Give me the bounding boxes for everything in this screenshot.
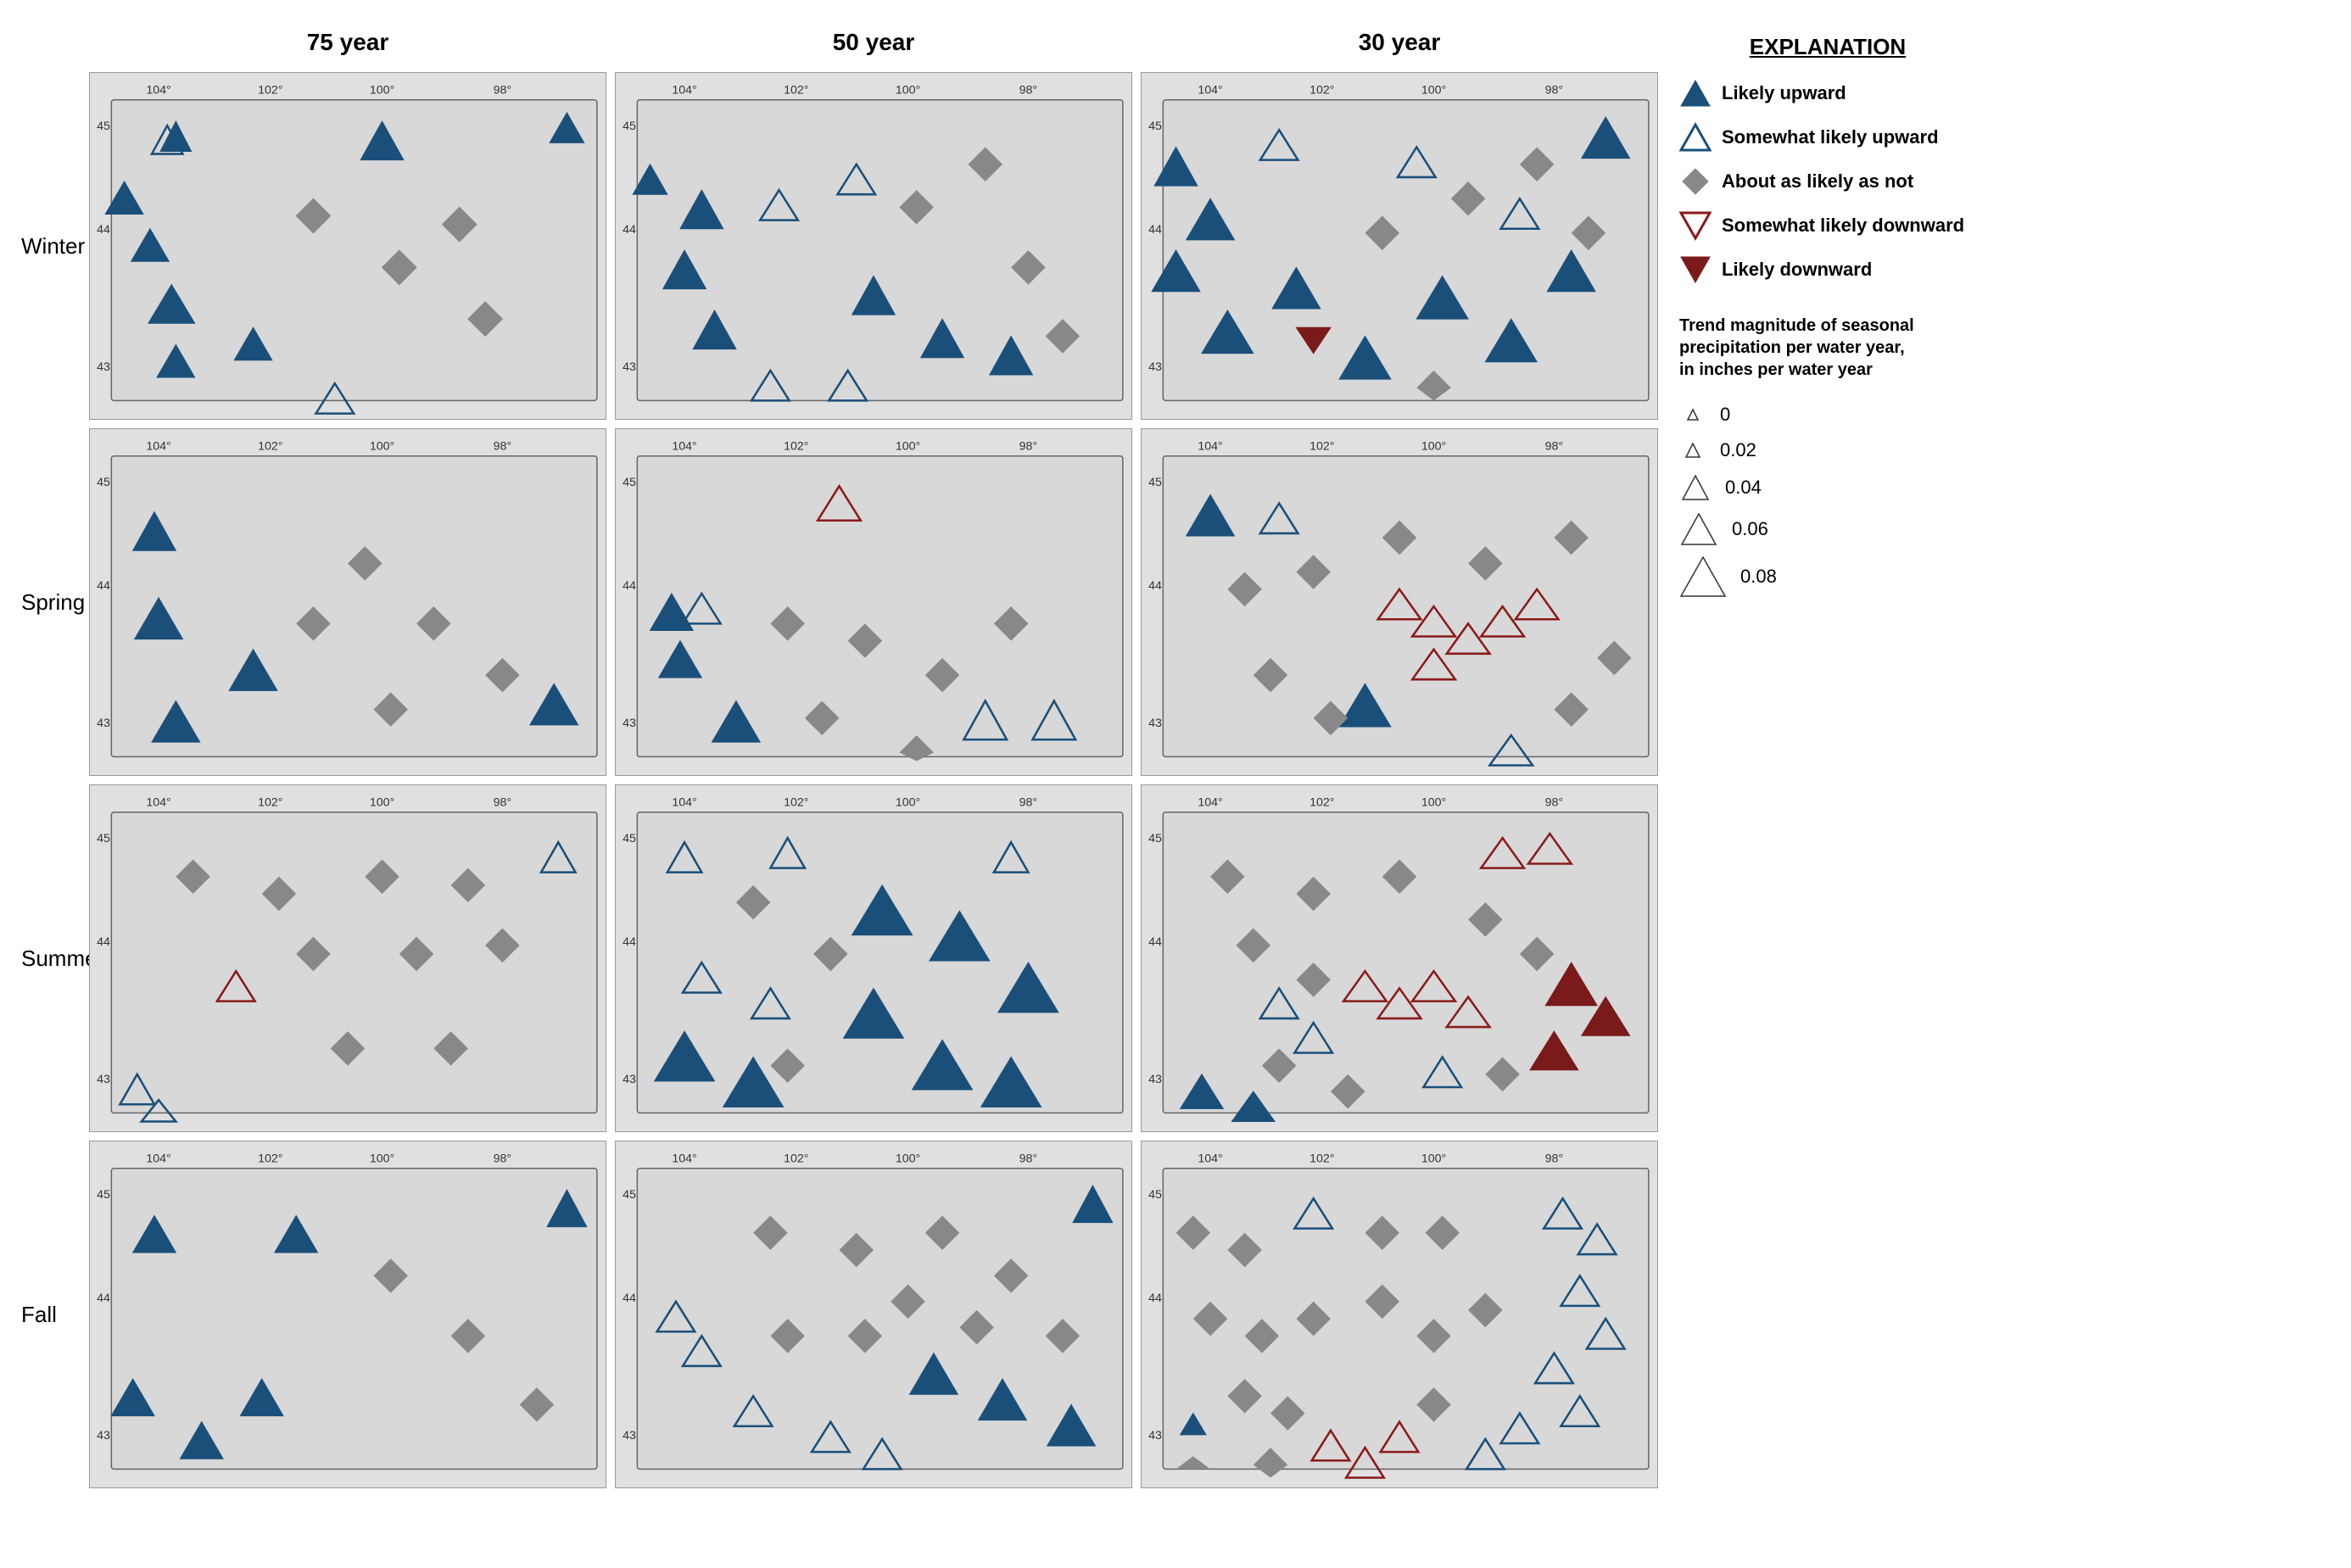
map-fall-50: 104° 102° 100° 98° 45° 44° 43° <box>611 1136 1136 1493</box>
svg-text:102°: 102° <box>258 1152 282 1166</box>
svg-text:104°: 104° <box>1198 796 1222 810</box>
svg-text:98°: 98° <box>1019 796 1037 810</box>
svg-text:104°: 104° <box>672 84 696 98</box>
legend-label-likely-downward: Likely downward <box>1722 259 1872 281</box>
map-fall-75: 104° 102° 100° 98° 45° 44° 43° <box>85 1136 611 1493</box>
svg-text:100°: 100° <box>896 796 920 810</box>
svg-text:104°: 104° <box>146 796 170 810</box>
svg-text:100°: 100° <box>1421 440 1446 454</box>
legend-size-0: 0 <box>1679 401 1976 428</box>
svg-text:100°: 100° <box>370 796 394 810</box>
legend-size-label-004: 0.04 <box>1725 477 1762 499</box>
legend-size-006: 0.06 <box>1679 511 1976 547</box>
svg-text:102°: 102° <box>784 796 808 810</box>
legend-label-likely-upward: Likely upward <box>1722 82 1846 104</box>
map-spring-50: 104° 102° 100° 98° 45° 44° 43° <box>611 424 1136 780</box>
svg-text:98°: 98° <box>1545 84 1563 98</box>
row-label-spring: Spring <box>17 424 85 780</box>
map-summer-30: 104° 102° 100° 98° 45° 44° 43° <box>1136 780 1662 1136</box>
legend-size-title: Trend magnitude of seasonalprecipitation… <box>1679 315 1976 381</box>
legend-size-label-002: 0.02 <box>1720 439 1756 461</box>
map-winter-75: 104° 102° 100° 98° 45° 44° 43° <box>85 68 611 424</box>
svg-text:98°: 98° <box>1545 440 1563 454</box>
legend-label-somewhat-likely-upward: Somewhat likely upward <box>1722 126 1939 148</box>
svg-text:104°: 104° <box>672 440 696 454</box>
svg-text:100°: 100° <box>1421 84 1446 98</box>
legend-item-likely-downward: Likely downward <box>1679 254 1976 286</box>
map-spring-30: 104° 102° 100° 98° 45° 44° 43° <box>1136 424 1662 780</box>
map-winter-50: 104° 102° 100° 98° 45° 44° 43° <box>611 68 1136 424</box>
legend: EXPLANATION Likely upward Somewhat likel… <box>1662 17 1985 1551</box>
svg-text:98°: 98° <box>494 796 511 810</box>
svg-text:98°: 98° <box>494 1152 511 1166</box>
row-label-winter: Winter <box>17 68 85 424</box>
legend-item-likely-upward: Likely upward <box>1679 77 1976 109</box>
svg-text:100°: 100° <box>896 440 920 454</box>
svg-text:102°: 102° <box>1310 440 1334 454</box>
svg-text:98°: 98° <box>1545 796 1563 810</box>
svg-text:104°: 104° <box>146 440 170 454</box>
legend-item-somewhat-likely-upward: Somewhat likely upward <box>1679 121 1976 153</box>
map-fall-30: 104° 102° 100° 98° 45° 44° 43° <box>1136 1136 1662 1493</box>
row-label-summer: Summer <box>17 780 85 1136</box>
svg-text:104°: 104° <box>1198 440 1222 454</box>
legend-label-somewhat-likely-downward: Somewhat likely downward <box>1722 215 1964 237</box>
svg-text:104°: 104° <box>672 796 696 810</box>
legend-size-008: 0.08 <box>1679 555 1976 598</box>
legend-size-label-0: 0 <box>1720 404 1730 426</box>
svg-text:102°: 102° <box>1310 796 1334 810</box>
legend-item-about-as-likely: About as likely as not <box>1679 165 1976 198</box>
svg-text:102°: 102° <box>258 796 282 810</box>
svg-text:102°: 102° <box>258 440 282 454</box>
map-summer-75: 104° 102° 100° 98° 45° 44° 43° <box>85 780 611 1136</box>
svg-text:100°: 100° <box>370 440 394 454</box>
legend-size-label-008: 0.08 <box>1740 566 1777 588</box>
svg-text:98°: 98° <box>1019 84 1037 98</box>
svg-text:100°: 100° <box>370 84 394 98</box>
svg-text:100°: 100° <box>896 84 920 98</box>
svg-text:98°: 98° <box>1019 440 1037 454</box>
col-header-30: 30 year <box>1136 17 1662 68</box>
svg-text:102°: 102° <box>1310 84 1334 98</box>
svg-text:100°: 100° <box>370 1152 394 1166</box>
corner-cell <box>17 17 85 68</box>
svg-text:102°: 102° <box>784 440 808 454</box>
map-spring-75: 104° 102° 100° 98° 45° 44° 43° <box>85 424 611 780</box>
legend-size-label-006: 0.06 <box>1732 518 1768 540</box>
svg-text:104°: 104° <box>146 84 170 98</box>
svg-text:98°: 98° <box>494 440 511 454</box>
col-header-50: 50 year <box>611 17 1136 68</box>
svg-text:100°: 100° <box>1421 1152 1446 1166</box>
svg-text:102°: 102° <box>784 1152 808 1166</box>
map-winter-30: 104° 102° 100° 98° 45° 44° 43° <box>1136 68 1662 424</box>
svg-text:102°: 102° <box>784 84 808 98</box>
svg-text:98°: 98° <box>1545 1152 1563 1166</box>
svg-text:98°: 98° <box>1019 1152 1037 1166</box>
map-summer-50: 104° 102° 100° 98° 45° 44° 43° <box>611 780 1136 1136</box>
svg-text:98°: 98° <box>494 84 511 98</box>
svg-text:100°: 100° <box>896 1152 920 1166</box>
legend-size-002: 0.02 <box>1679 437 1976 464</box>
legend-size-004: 0.04 <box>1679 472 1976 503</box>
legend-label-about-as-likely: About as likely as not <box>1722 170 1913 193</box>
legend-item-somewhat-likely-downward: Somewhat likely downward <box>1679 209 1976 242</box>
svg-text:104°: 104° <box>672 1152 696 1166</box>
svg-text:102°: 102° <box>258 84 282 98</box>
col-header-75: 75 year <box>85 17 611 68</box>
main-container: 75 year 50 year 30 year Winter 104° 102°… <box>0 0 2351 1568</box>
svg-text:104°: 104° <box>1198 1152 1222 1166</box>
svg-text:104°: 104° <box>1198 84 1222 98</box>
svg-text:100°: 100° <box>1421 796 1446 810</box>
row-label-fall: Fall <box>17 1136 85 1493</box>
legend-title: EXPLANATION <box>1679 34 1976 60</box>
map-grid: 75 year 50 year 30 year Winter 104° 102°… <box>17 17 1662 1551</box>
svg-text:102°: 102° <box>1310 1152 1334 1166</box>
svg-text:104°: 104° <box>146 1152 170 1166</box>
